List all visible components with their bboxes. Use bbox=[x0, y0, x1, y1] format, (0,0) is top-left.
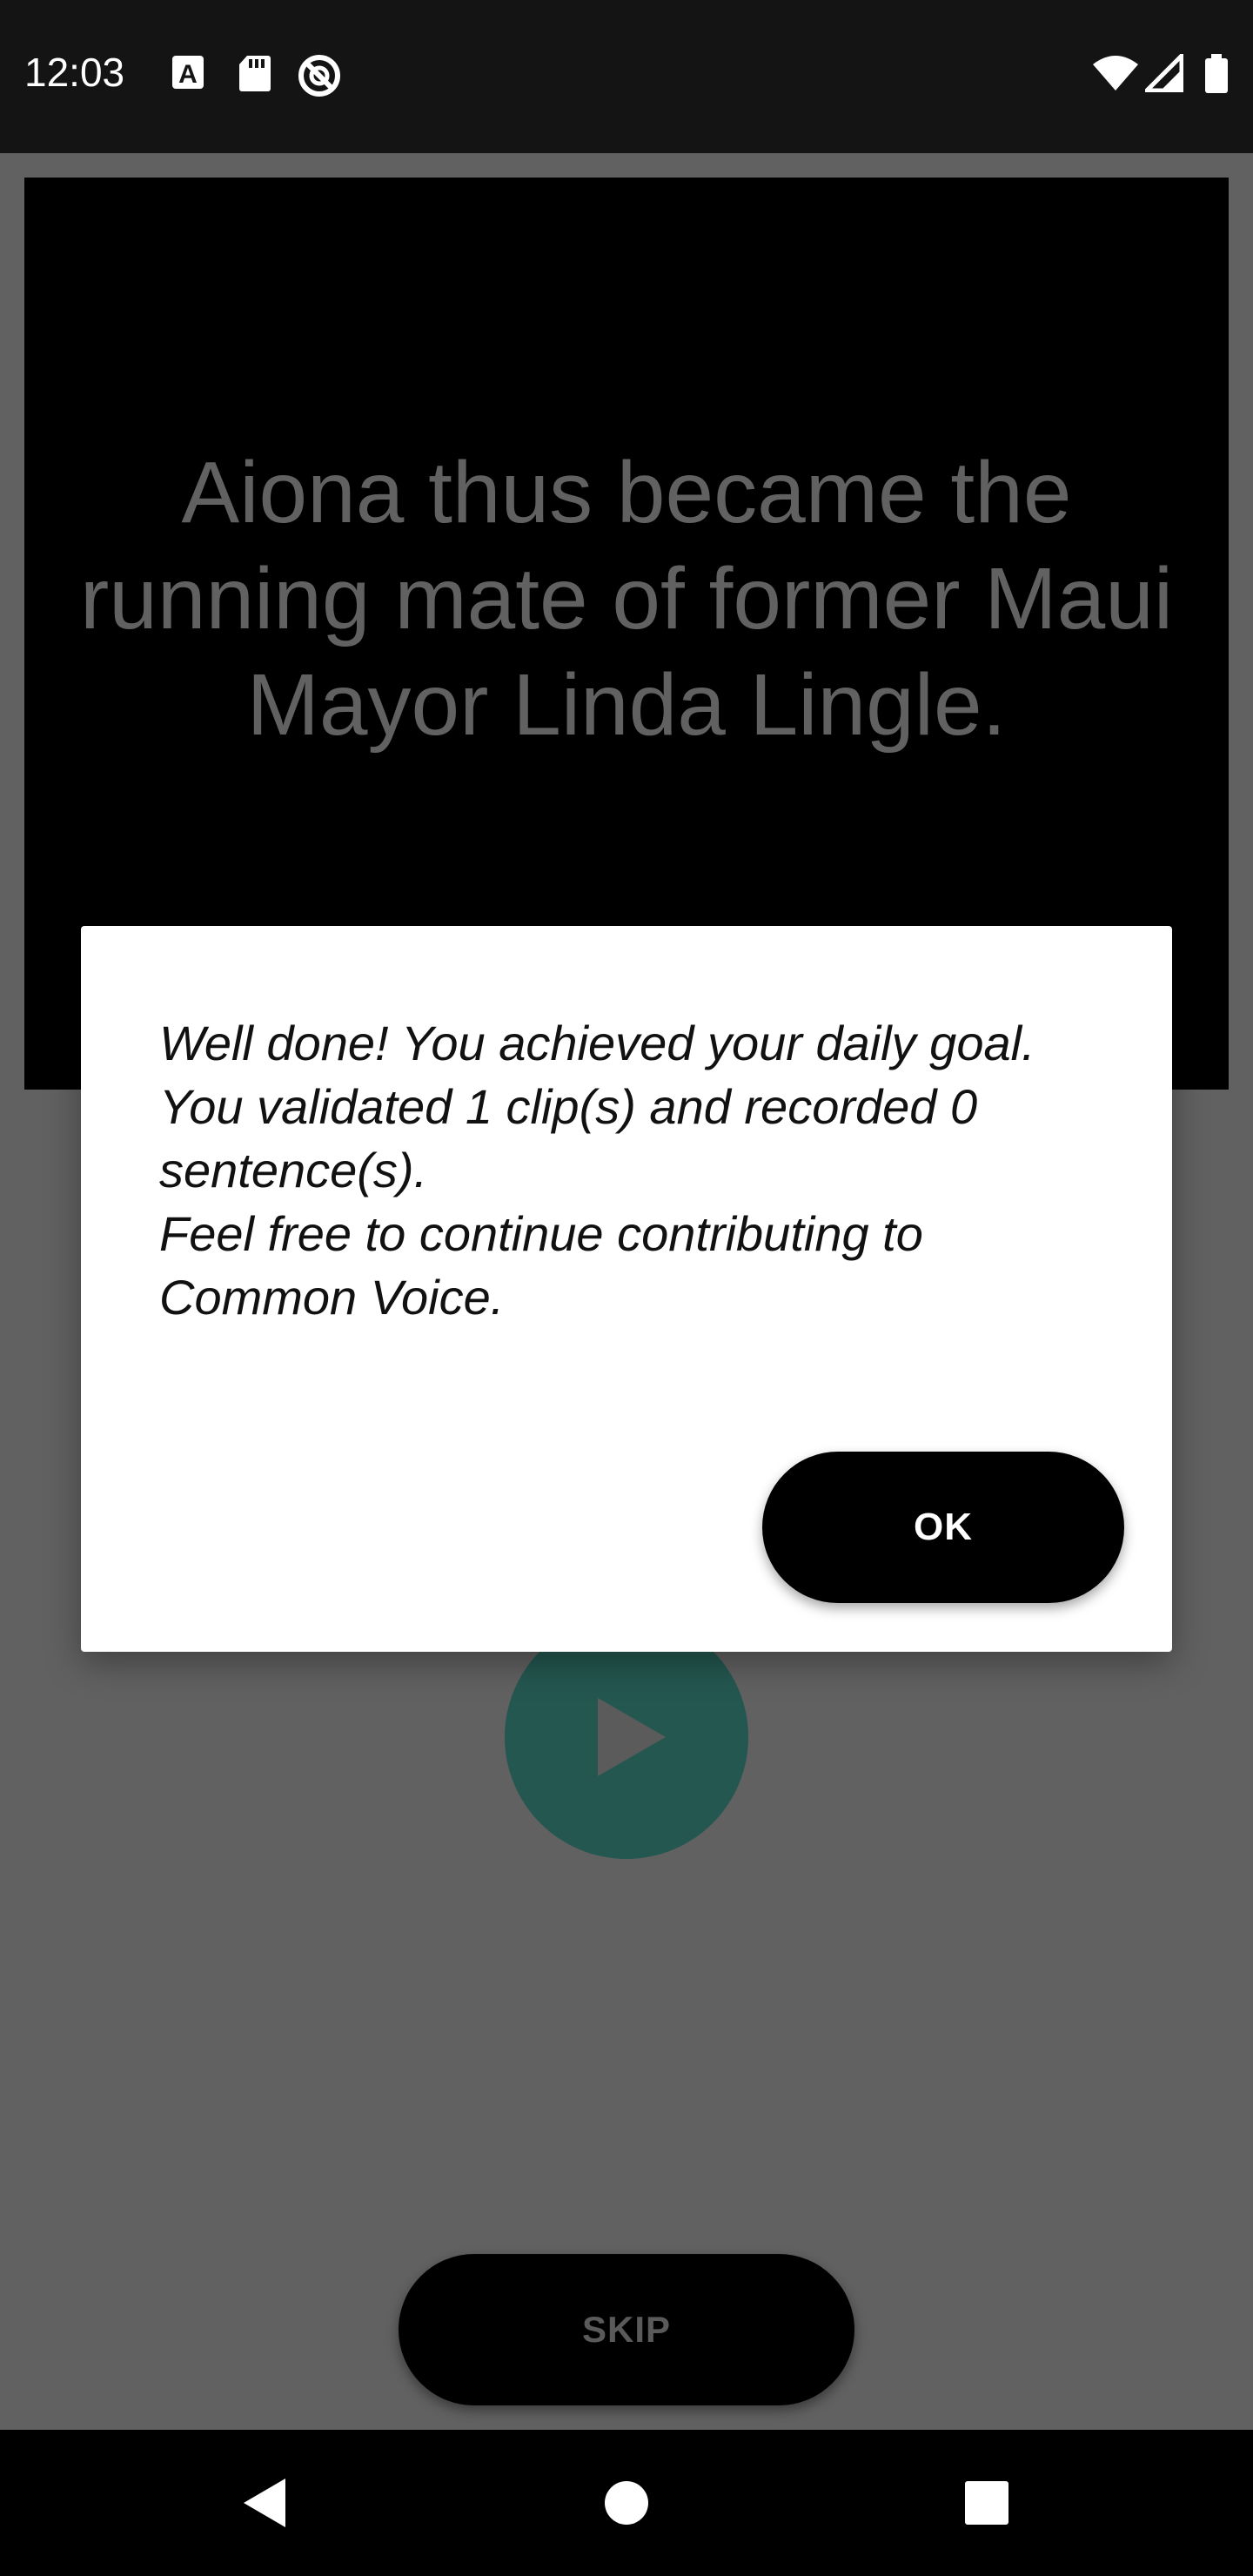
dialog-line-goal: Well done! You achieved your daily goal. bbox=[159, 1016, 1035, 1070]
dialog-message: Well done! You achieved your daily goal.… bbox=[159, 1011, 1108, 1329]
ok-button[interactable]: OK bbox=[762, 1452, 1124, 1603]
status-time: 12:03 bbox=[24, 50, 125, 95]
wifi-icon bbox=[1091, 54, 1140, 97]
sentence-text: Aiona thus became the running mate of fo… bbox=[79, 444, 1174, 754]
sd-card-icon bbox=[238, 54, 271, 97]
home-icon[interactable] bbox=[592, 2468, 661, 2538]
daily-goal-dialog: Well done! You achieved your daily goal.… bbox=[81, 926, 1172, 1652]
dialog-line-stats: You validated 1 clip(s) and recorded 0 s… bbox=[159, 1079, 978, 1197]
status-bar: 12:03 A bbox=[0, 0, 1253, 153]
recents-icon[interactable] bbox=[952, 2468, 1022, 2538]
back-icon[interactable] bbox=[230, 2468, 299, 2538]
dialog-line-continue: Feel free to continue contributing to Co… bbox=[159, 1206, 923, 1325]
play-icon bbox=[598, 1698, 666, 1776]
cell-signal-icon bbox=[1141, 50, 1184, 97]
skip-button[interactable]: SKIP bbox=[399, 2254, 854, 2405]
battery-icon bbox=[1204, 54, 1229, 98]
navigation-bar bbox=[0, 2430, 1253, 2576]
do-not-disturb-icon bbox=[298, 54, 341, 102]
font-a-icon: A bbox=[171, 54, 205, 97]
play-button[interactable] bbox=[505, 1615, 748, 1859]
svg-text:A: A bbox=[178, 60, 198, 89]
